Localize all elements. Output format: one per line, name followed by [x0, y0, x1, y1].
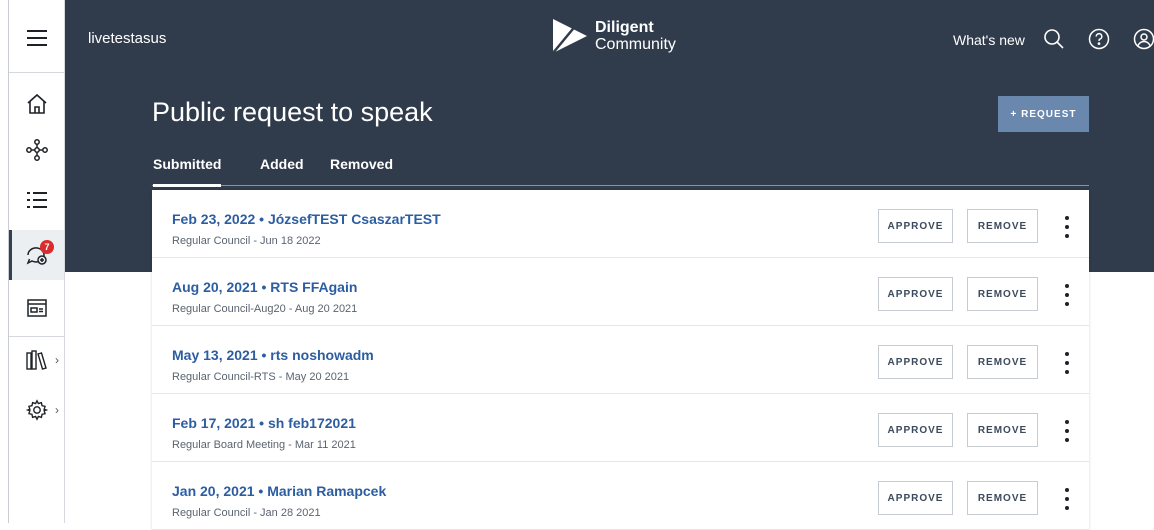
remove-button[interactable]: REMOVE — [967, 209, 1038, 243]
sidebar-divider — [9, 72, 64, 73]
request-row: Feb 17, 2021 • sh feb172021 Regular Boar… — [152, 394, 1089, 462]
remove-button[interactable]: REMOVE — [967, 277, 1038, 311]
logo-line2: Community — [595, 36, 676, 53]
help-icon — [1088, 28, 1110, 50]
more-options-icon[interactable] — [1057, 420, 1077, 442]
chevron-right-icon: › — [55, 353, 59, 367]
request-meeting: Regular Council - Jan 28 2021 — [172, 507, 321, 519]
request-row: Aug 20, 2021 • RTS FFAgain Regular Counc… — [152, 258, 1089, 326]
tab-added[interactable]: Added — [260, 156, 304, 185]
org-name: livetestasus — [88, 30, 167, 47]
tab-removed[interactable]: Removed — [330, 156, 393, 185]
request-list: Feb 23, 2022 • JózsefTEST CsaszarTEST Re… — [152, 190, 1089, 530]
approve-button[interactable]: APPROVE — [878, 481, 953, 515]
request-row: Feb 23, 2022 • JózsefTEST CsaszarTEST Re… — [152, 190, 1089, 258]
user-icon — [1133, 28, 1154, 50]
menu-icon — [26, 30, 47, 46]
network-icon — [25, 139, 48, 161]
approve-button[interactable]: APPROVE — [878, 277, 953, 311]
request-meeting: Regular Council-Aug20 - Aug 20 2021 — [172, 303, 358, 315]
sidebar-item-calendar[interactable] — [9, 284, 64, 332]
remove-button[interactable]: REMOVE — [967, 413, 1038, 447]
approve-button[interactable]: APPROVE — [878, 345, 953, 379]
calendar-panel-icon — [26, 299, 47, 317]
notification-badge: 7 — [40, 240, 54, 254]
search-icon — [1044, 29, 1064, 49]
page-title: Public request to speak — [152, 97, 433, 127]
user-account-button[interactable] — [1133, 28, 1154, 52]
request-row: Jan 20, 2021 • Marian Ramapcek Regular C… — [152, 462, 1089, 530]
whats-new-link[interactable]: What's new — [953, 32, 1025, 48]
gear-icon — [25, 399, 48, 421]
sidebar-item-home[interactable] — [9, 80, 64, 128]
sidebar-item-settings[interactable]: › — [9, 386, 64, 434]
diligent-logo-icon — [552, 19, 587, 54]
top-header: livetestasus Diligent Community What's n… — [65, 0, 1154, 78]
request-title-link[interactable]: Feb 23, 2022 • JózsefTEST CsaszarTEST — [172, 211, 441, 227]
sidebar-item-list[interactable] — [9, 176, 64, 224]
request-meeting: Regular Board Meeting - Mar 11 2021 — [172, 439, 356, 451]
approve-button[interactable]: APPROVE — [878, 209, 953, 243]
request-title-link[interactable]: Jan 20, 2021 • Marian Ramapcek — [172, 483, 386, 499]
left-sidebar: 7 › › — [0, 0, 65, 523]
chevron-right-icon: › — [55, 403, 59, 417]
request-title-link[interactable]: Feb 17, 2021 • sh feb172021 — [172, 415, 356, 431]
menu-button[interactable] — [9, 14, 64, 62]
help-button[interactable] — [1088, 28, 1112, 52]
diligent-logo[interactable]: Diligent Community — [551, 17, 676, 55]
more-options-icon[interactable] — [1057, 488, 1077, 510]
request-meeting: Regular Council-RTS - May 20 2021 — [172, 371, 350, 383]
more-options-icon[interactable] — [1057, 284, 1077, 306]
more-options-icon[interactable] — [1057, 352, 1077, 374]
tab-submitted[interactable]: Submitted — [153, 156, 222, 187]
search-button[interactable] — [1043, 28, 1067, 52]
tab-bar: Submitted Added Removed — [152, 156, 1089, 187]
sidebar-item-library[interactable]: › — [9, 336, 64, 384]
add-request-button[interactable]: + REQUEST — [998, 96, 1089, 132]
request-meeting: Regular Council - Jun 18 2022 — [172, 235, 321, 247]
request-title-link[interactable]: Aug 20, 2021 • RTS FFAgain — [172, 279, 357, 295]
list-icon — [26, 192, 47, 208]
sidebar-item-speak-requests[interactable]: 7 — [9, 230, 64, 280]
approve-button[interactable]: APPROVE — [878, 413, 953, 447]
home-icon — [26, 93, 47, 114]
remove-button[interactable]: REMOVE — [967, 481, 1038, 515]
more-options-icon[interactable] — [1057, 216, 1077, 238]
request-title-link[interactable]: May 13, 2021 • rts noshowadm — [172, 347, 374, 363]
remove-button[interactable]: REMOVE — [967, 345, 1038, 379]
request-row: May 13, 2021 • rts noshowadm Regular Cou… — [152, 326, 1089, 394]
sidebar-item-network[interactable] — [9, 126, 64, 174]
logo-line1: Diligent — [595, 19, 654, 36]
library-icon — [25, 350, 47, 370]
